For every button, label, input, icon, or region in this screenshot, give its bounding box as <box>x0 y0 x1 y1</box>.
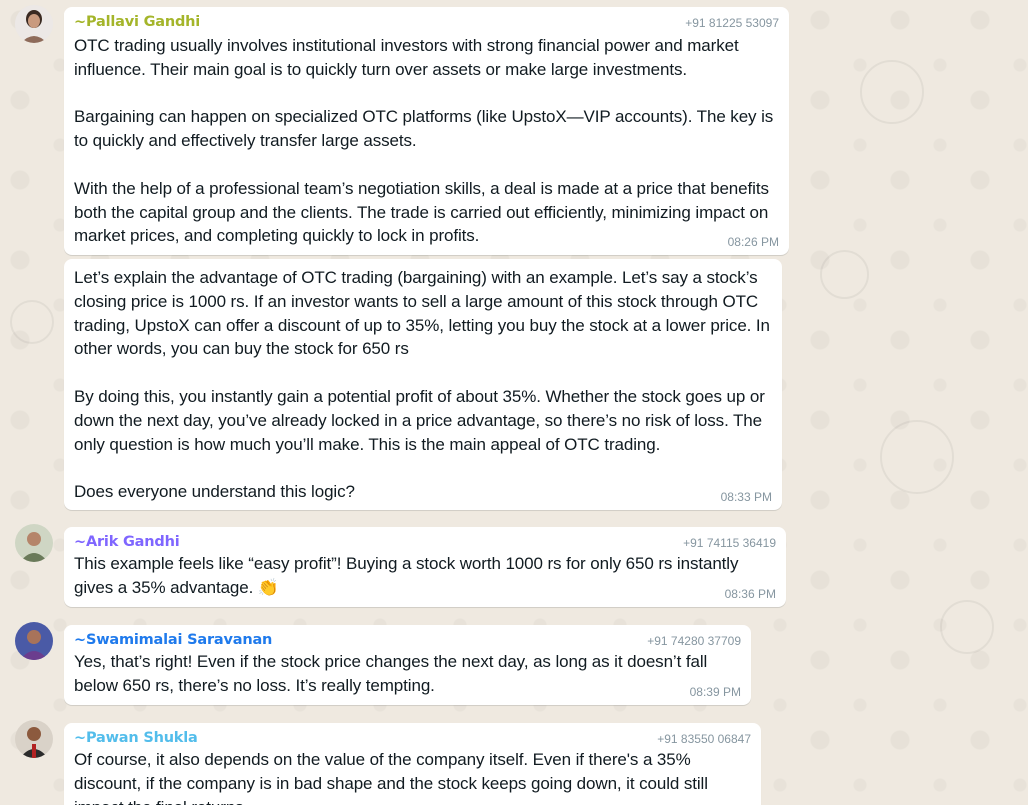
message-paragraph: With the help of a professional team’s n… <box>74 178 774 246</box>
avatar-image <box>15 5 53 43</box>
avatar-image <box>15 622 53 660</box>
message-bubble[interactable]: ~Arik Gandhi +91 74115 36419 This exampl… <box>64 527 786 607</box>
message-paragraph: Let’s explain the advantage of OTC tradi… <box>74 268 775 359</box>
sender-name[interactable]: ~Pallavi Gandhi <box>74 14 200 30</box>
message-text: Let’s explain the advantage of OTC tradi… <box>74 266 772 504</box>
message-paragraph: OTC trading usually involves institution… <box>74 36 744 79</box>
bubble-tail <box>64 625 65 637</box>
message-bubble[interactable]: ~Pallavi Gandhi +91 81225 53097 OTC trad… <box>64 7 789 255</box>
message-time: 08:36 PM <box>724 587 776 601</box>
avatar[interactable] <box>15 524 53 562</box>
wallpaper-doodle <box>10 300 54 344</box>
avatar[interactable] <box>15 5 53 43</box>
message-bubble[interactable]: ~Swamimalai Saravanan +91 74280 37709 Ye… <box>64 625 751 705</box>
message-paragraph: Bargaining can happen on specialized OTC… <box>74 107 778 151</box>
sender-phone: +91 81225 53097 <box>685 16 779 30</box>
message-bubble[interactable]: ~Pawan Shukla +91 83550 06847 Of course,… <box>64 723 761 805</box>
wallpaper-doodle <box>880 420 954 494</box>
bubble-tail <box>64 723 65 735</box>
message-paragraph: Does everyone understand this logic? <box>74 482 355 502</box>
message-paragraph: This example feels like “easy profit”! B… <box>74 554 744 597</box>
avatar-image <box>15 524 53 562</box>
message-text: Of course, it also depends on the value … <box>74 748 751 805</box>
message-text: OTC trading usually involves institution… <box>74 34 779 248</box>
bubble-tail <box>64 7 65 19</box>
message-text: This example feels like “easy profit”! B… <box>74 552 776 600</box>
message-time: 08:33 PM <box>720 490 772 504</box>
message-paragraph: Yes, that’s right! Even if the stock pri… <box>74 652 712 695</box>
sender-phone: +91 74115 36419 <box>683 536 776 550</box>
sender-name[interactable]: ~Arik Gandhi <box>74 534 180 550</box>
wallpaper-doodle <box>820 250 869 299</box>
wallpaper-doodle <box>860 60 924 124</box>
sender-phone: +91 74280 37709 <box>647 634 741 648</box>
message-paragraph: By doing this, you instantly gain a pote… <box>74 386 770 454</box>
sender-phone: +91 83550 06847 <box>657 732 751 746</box>
message-time: 08:39 PM <box>689 685 741 699</box>
sender-name[interactable]: ~Swamimalai Saravanan <box>74 632 272 648</box>
message-text: Yes, that’s right! Even if the stock pri… <box>74 650 741 698</box>
wallpaper-doodle <box>940 600 994 654</box>
sender-name[interactable]: ~Pawan Shukla <box>74 730 198 746</box>
bubble-tail <box>64 527 65 539</box>
avatar[interactable] <box>15 720 53 758</box>
avatar[interactable] <box>15 622 53 660</box>
message-bubble[interactable]: Let’s explain the advantage of OTC tradi… <box>64 259 782 510</box>
message-time: 08:26 PM <box>727 235 779 249</box>
avatar-image <box>15 720 53 758</box>
message-paragraph: Of course, it also depends on the value … <box>74 750 708 805</box>
